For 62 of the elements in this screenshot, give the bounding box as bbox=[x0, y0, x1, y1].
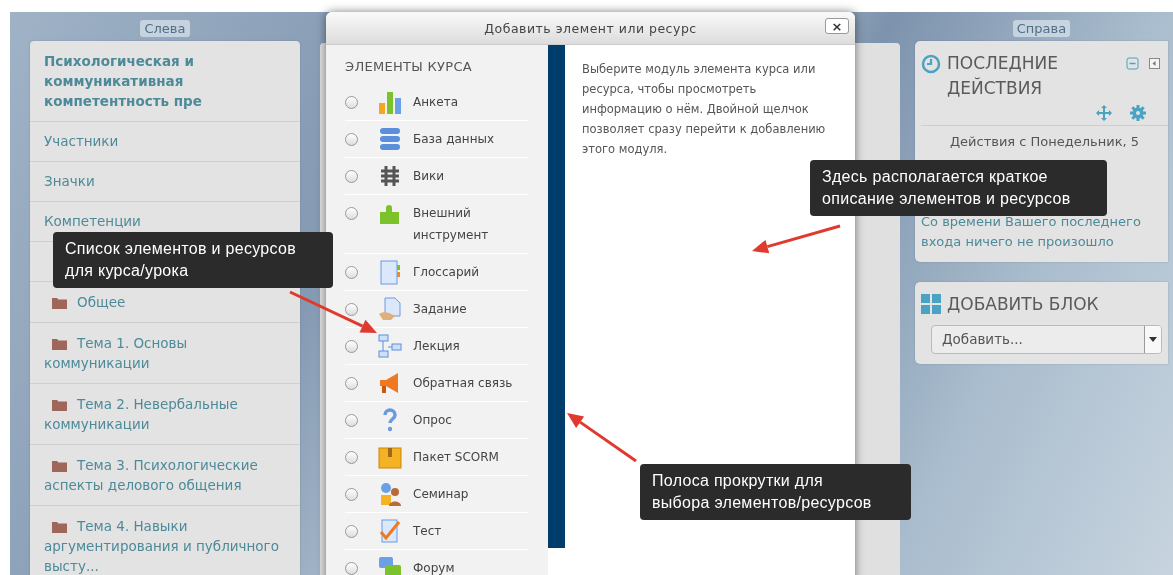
module-label[interactable]: Анкета bbox=[413, 91, 528, 113]
radio-button[interactable] bbox=[345, 303, 358, 316]
block-title: ДОБАВИТЬ БЛОК bbox=[947, 293, 1100, 316]
region-label: Справа bbox=[1012, 20, 1071, 37]
radio-button[interactable] bbox=[345, 207, 358, 220]
block-title: ПОСЛЕДНИЕ ДЕЙСТВИЯ bbox=[947, 52, 1060, 100]
radio-button[interactable] bbox=[345, 340, 358, 353]
add-block-select[interactable]: Добавить... bbox=[931, 325, 1162, 354]
close-button[interactable]: × bbox=[825, 18, 849, 34]
radio-button[interactable] bbox=[345, 266, 358, 279]
document-hand-icon bbox=[377, 296, 403, 322]
callout-tooltip: Список элементов и ресурсов для курса/урока bbox=[53, 232, 333, 288]
callout-tooltip: Полоса прокрутки для выбора элементов/ресурсов bbox=[640, 464, 911, 520]
radio-button[interactable] bbox=[345, 451, 358, 464]
database-icon bbox=[377, 126, 403, 152]
folder-icon bbox=[52, 399, 67, 411]
radio-button[interactable] bbox=[345, 488, 358, 501]
dock-icon[interactable] bbox=[1149, 58, 1160, 69]
package-icon bbox=[377, 444, 403, 470]
no-activity-message: Со времени Вашего последнего входа ничего не произошло bbox=[921, 213, 1142, 251]
dialog-title: Добавить элемент или ресурс bbox=[484, 20, 697, 36]
arrow bbox=[567, 413, 637, 463]
module-label[interactable]: Внешний инструмент bbox=[413, 202, 528, 246]
settings-icon[interactable] bbox=[1130, 105, 1146, 121]
radio-button[interactable] bbox=[345, 133, 358, 146]
move-icon[interactable] bbox=[1096, 105, 1112, 121]
scrollbar[interactable] bbox=[548, 45, 565, 548]
section-heading: ЭЛЕМЕНТЫ КУРСА bbox=[345, 59, 473, 74]
radio-button[interactable] bbox=[345, 170, 358, 183]
collapse-icon[interactable] bbox=[1126, 57, 1139, 70]
caret-icon bbox=[1149, 337, 1157, 342]
module-label[interactable]: Глоссарий bbox=[413, 261, 528, 283]
folder-icon bbox=[52, 521, 67, 533]
activity-since-text: Действия с Понедельник, 5 bbox=[948, 133, 1141, 151]
module-label[interactable]: База данных bbox=[413, 128, 528, 150]
chat-bubbles-icon bbox=[377, 555, 403, 575]
module-label[interactable]: Тест bbox=[413, 520, 528, 542]
bar-chart-icon bbox=[377, 89, 403, 115]
module-label[interactable]: Семинар bbox=[413, 483, 528, 505]
module-label[interactable]: Задание bbox=[413, 298, 528, 320]
radio-button[interactable] bbox=[345, 525, 358, 538]
radio-button[interactable] bbox=[345, 377, 358, 390]
module-label[interactable]: Лекция bbox=[413, 335, 528, 357]
module-label[interactable]: Опрос bbox=[413, 409, 528, 431]
module-label[interactable]: Обратная связь bbox=[413, 372, 528, 394]
description-text: Выберите модуль элемента курса или ресурса, чтобы просмотреть информацию о нём. Двойной щелчок позволяет сразу перейти к добавлению этого модуля. bbox=[582, 61, 827, 158]
book-icon bbox=[377, 259, 403, 285]
clock-icon bbox=[921, 54, 941, 74]
module-label[interactable]: Пакет SCORM bbox=[413, 446, 528, 468]
folder-icon bbox=[52, 338, 67, 350]
callout-tooltip: Здесь располагается краткое описание элементов и ресурсов bbox=[810, 160, 1107, 216]
radio-button[interactable] bbox=[345, 562, 358, 575]
module-label[interactable]: Форум bbox=[413, 557, 528, 575]
grid-icon bbox=[921, 294, 941, 314]
radio-button[interactable] bbox=[345, 414, 358, 427]
module-label[interactable]: Вики bbox=[413, 165, 528, 187]
flowchart-icon bbox=[377, 333, 403, 359]
folder-icon bbox=[52, 460, 67, 472]
radio-button[interactable] bbox=[345, 96, 358, 109]
folder-icon bbox=[52, 297, 67, 309]
checked-document-icon bbox=[377, 518, 403, 544]
region-label: Слева bbox=[140, 20, 190, 37]
